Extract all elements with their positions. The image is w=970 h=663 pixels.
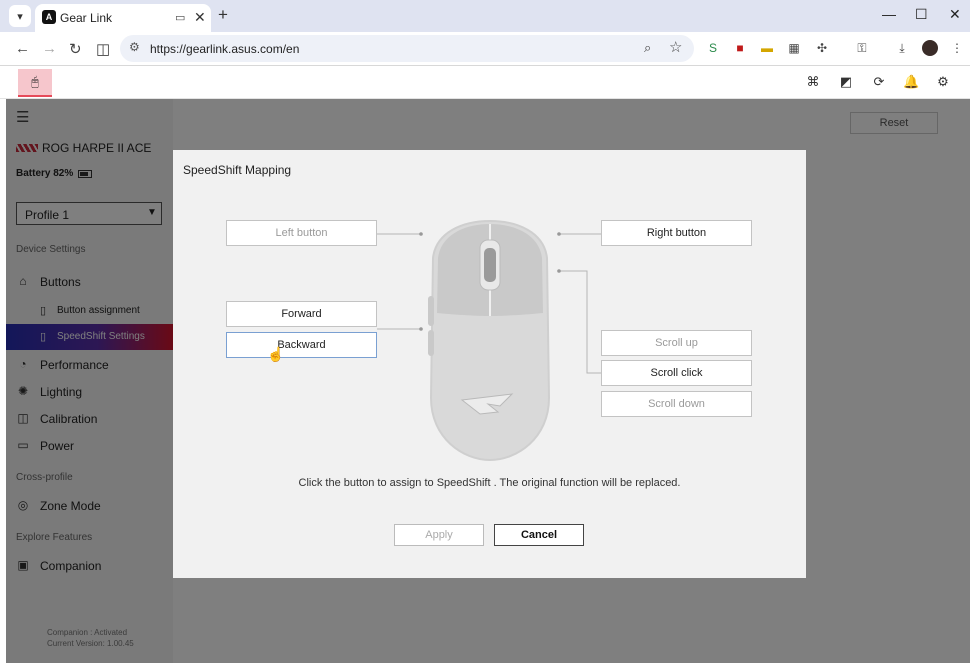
minimize-button[interactable]: — xyxy=(882,6,896,22)
map-left-button[interactable]: Left button xyxy=(226,220,377,246)
chevron-down-icon: ▾ xyxy=(17,10,23,23)
hotkey-icon[interactable]: ⌘ xyxy=(805,74,821,90)
settings-gear-icon[interactable]: ⚙ xyxy=(935,74,951,90)
url-text[interactable]: https://gearlink.asus.com/en xyxy=(150,42,299,56)
reload-button[interactable]: ↻ xyxy=(69,40,82,58)
back-button[interactable]: ← xyxy=(15,40,30,57)
tab-close-icon[interactable]: ✕ xyxy=(194,9,206,26)
map-scroll-up-button[interactable]: Scroll up xyxy=(601,330,752,356)
tab-title: Gear Link xyxy=(60,11,113,25)
map-scroll-down-button[interactable]: Scroll down xyxy=(601,391,752,417)
hand-cursor-icon: ☝ xyxy=(267,346,285,362)
cancel-button[interactable]: Cancel xyxy=(494,524,584,546)
split-view-button[interactable]: ◫ xyxy=(96,40,110,58)
zoom-icon[interactable]: ⌕ xyxy=(644,40,651,56)
tab-search-button[interactable]: ▾ xyxy=(9,5,31,27)
notification-bell-icon[interactable]: 🔔 xyxy=(903,74,919,90)
extension-shield-icon[interactable]: ■ xyxy=(733,41,747,55)
map-backward-button[interactable]: Backward xyxy=(226,332,377,358)
map-scroll-click-button[interactable]: Scroll click xyxy=(601,360,752,386)
profile-avatar[interactable] xyxy=(922,40,938,56)
close-window-button[interactable]: ✕ xyxy=(949,6,961,23)
forward-button[interactable]: → xyxy=(42,40,57,57)
instruction-text: Click the button to assign to SpeedShift… xyxy=(298,477,681,489)
tab-gear-link[interactable]: A Gear Link ▭ ✕ xyxy=(35,4,211,32)
extension-note-icon[interactable]: ▬ xyxy=(760,41,774,55)
apply-button[interactable]: Apply xyxy=(394,524,484,546)
app-header: 🖰 ⌘ ◩ ⟳ 🔔 ⚙ xyxy=(0,66,970,99)
new-tab-button[interactable]: + xyxy=(218,5,228,25)
downloads-icon[interactable]: ⤓ xyxy=(895,41,909,55)
extension-s-icon[interactable]: S xyxy=(706,41,720,55)
tab-media-icon[interactable]: ▭ xyxy=(175,11,185,24)
sync-icon[interactable]: ⟳ xyxy=(871,74,887,90)
map-right-button[interactable]: Right button xyxy=(601,220,752,246)
address-bar[interactable]: ⚙ https://gearlink.asus.com/en ⌕ ☆ xyxy=(120,35,694,62)
browser-toolbar: ← → ↻ ◫ ⚙ https://gearlink.asus.com/en ⌕… xyxy=(0,32,970,66)
bookmark-star-icon[interactable]: ☆ xyxy=(669,38,682,56)
device-home-icon[interactable]: 🖰 xyxy=(18,69,52,97)
speedshift-mapping-dialog: SpeedShift Mapping Left button Right but… xyxy=(173,150,806,578)
extensions-puzzle-icon[interactable]: ✣ xyxy=(815,41,829,55)
site-info-icon[interactable]: ⚙ xyxy=(129,40,140,54)
browser-tab-bar: ▾ A Gear Link ▭ ✕ + — ☐ ✕ xyxy=(0,0,970,32)
display-tune-icon[interactable]: ◩ xyxy=(838,74,854,90)
asus-favicon-icon: A xyxy=(42,10,56,24)
maximize-button[interactable]: ☐ xyxy=(915,6,928,23)
browser-menu-icon[interactable]: ⋮ xyxy=(950,41,964,55)
map-forward-button[interactable]: Forward xyxy=(226,301,377,327)
extension-grid-icon[interactable]: ▦ xyxy=(787,41,801,55)
password-key-icon[interactable]: ⚿ xyxy=(855,41,869,55)
